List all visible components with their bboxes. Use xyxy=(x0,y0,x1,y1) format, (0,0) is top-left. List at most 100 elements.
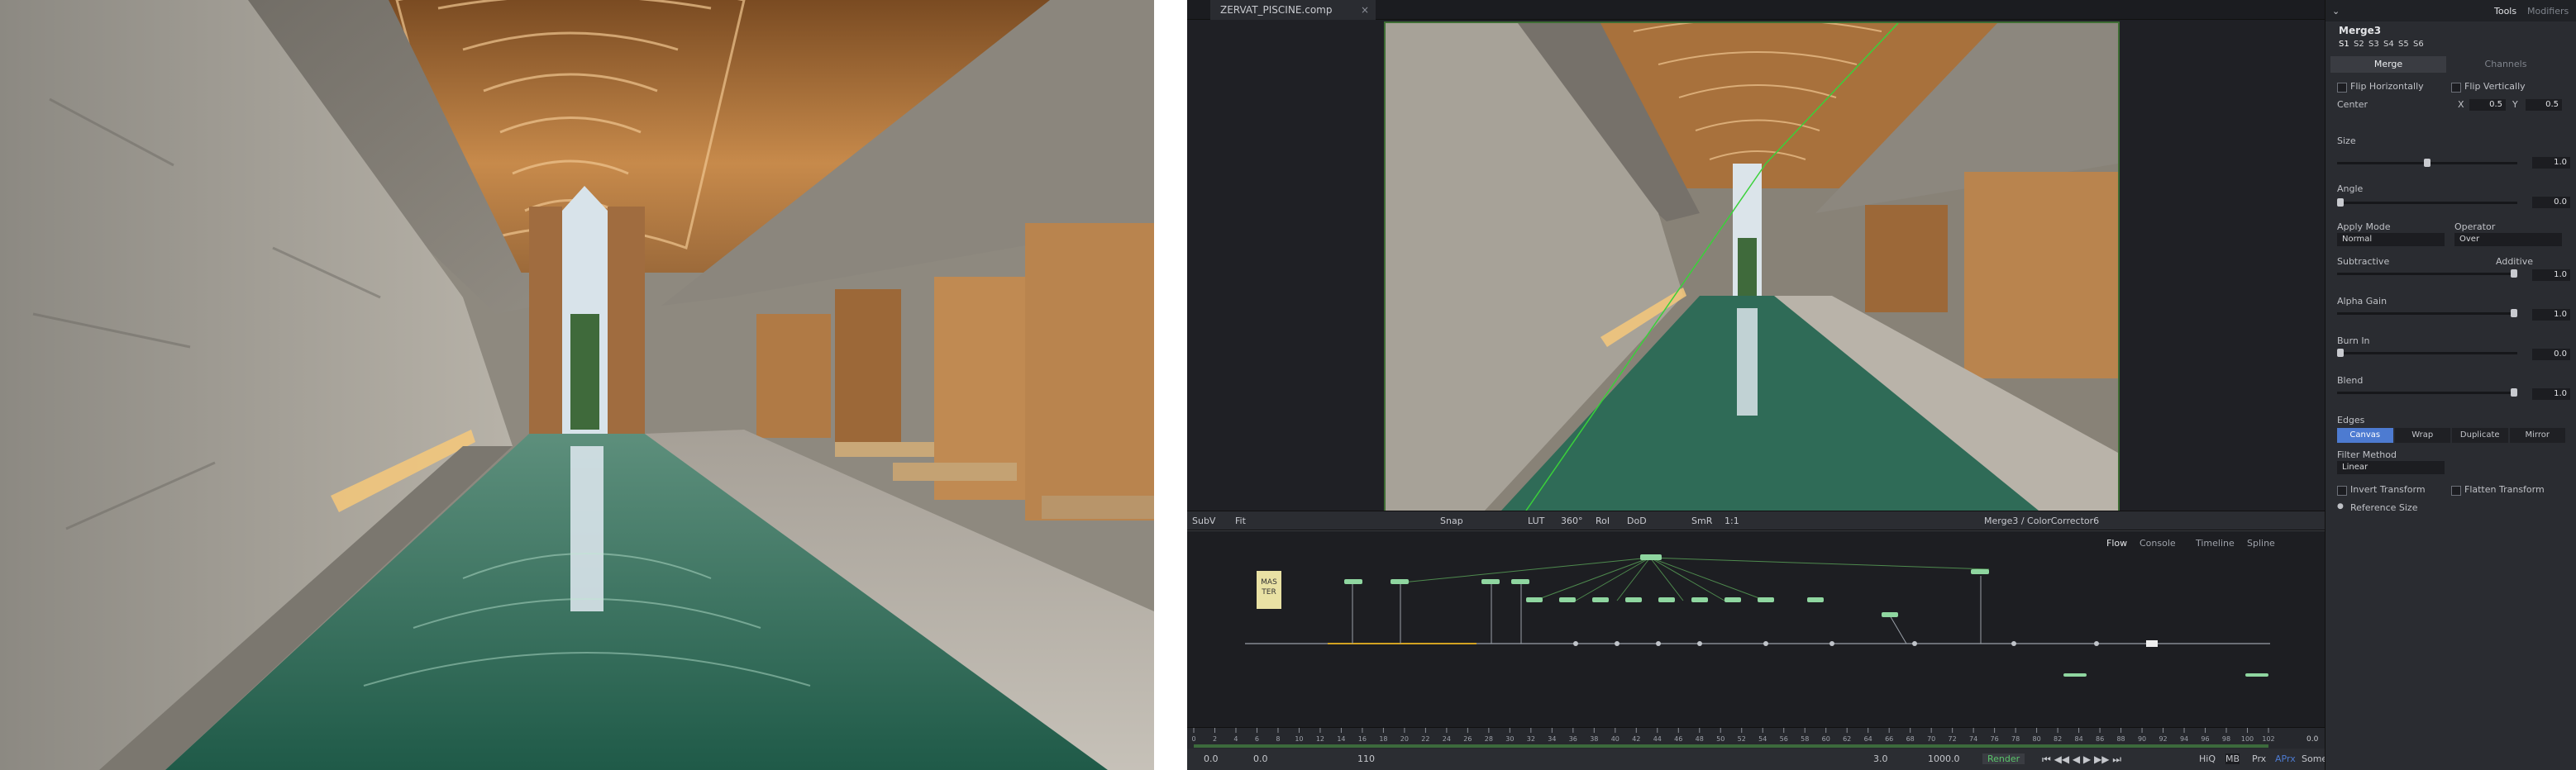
node-title[interactable]: Merge3 xyxy=(2339,25,2381,36)
flow-panel[interactable]: Flow Console Timeline Spline MAS TER xyxy=(1187,530,2325,727)
version-slot[interactable]: S5 xyxy=(2398,40,2409,49)
flatten-transform-checkbox[interactable] xyxy=(2451,486,2461,496)
blend-slider-track[interactable] xyxy=(2337,392,2517,394)
render-end[interactable]: 3.0 xyxy=(1873,753,1888,764)
some-button[interactable]: Some xyxy=(2302,753,2327,764)
burn-in-slider-track[interactable] xyxy=(2337,352,2517,354)
ruler-tick-label: 86 xyxy=(2096,735,2104,743)
node-cluster[interactable] xyxy=(1344,554,2268,677)
ratio-menu[interactable]: 1:1 xyxy=(1724,516,1739,526)
size-slider-knob[interactable] xyxy=(2424,159,2431,167)
additive-slider-track[interactable] xyxy=(2337,273,2517,275)
version-slot[interactable]: S2 xyxy=(2354,40,2364,49)
prx-button[interactable]: Prx xyxy=(2252,753,2266,764)
tab-flow[interactable]: Flow xyxy=(2106,538,2127,549)
center-x-input[interactable]: 0.5 xyxy=(2469,99,2506,111)
alpha-gain-slider-track[interactable] xyxy=(2337,312,2517,315)
global-end[interactable]: 1000.0 xyxy=(1928,753,1960,764)
aprx-button[interactable]: APrx xyxy=(2275,753,2296,764)
flip-horizontal-checkbox[interactable] xyxy=(2337,83,2347,93)
reference-size-label[interactable]: Reference Size xyxy=(2350,502,2417,513)
ruler-tick-label: 0 xyxy=(1191,735,1195,743)
burn-in-slider-knob[interactable] xyxy=(2337,349,2344,357)
roi-menu[interactable]: RoI xyxy=(1596,516,1610,526)
inspector-subtabs: Merge Channels xyxy=(2330,56,2572,73)
ruler-tick-label: 96 xyxy=(2201,735,2209,743)
selected-node[interactable] xyxy=(2146,640,2158,647)
filter-method-dropdown[interactable]: Linear xyxy=(2337,461,2445,474)
edges-option[interactable]: Mirror xyxy=(2509,428,2565,443)
apply-mode-dropdown[interactable]: Normal xyxy=(2337,233,2445,246)
playback-controls-icon[interactable]: ⏮ ◀◀ ◀ ▶ ▶▶ ⏭ xyxy=(2042,753,2121,766)
image-viewer[interactable] xyxy=(1187,20,2325,512)
time-ruler[interactable]: 0 2 4 6 8 10 12 14 16 18 20 22 24 26 28 30 32 34 36 38 40 42 4… xyxy=(1187,727,2325,749)
viewer-node-path: Merge3 / ColorCorrector6 xyxy=(1984,516,2100,526)
edges-label: Edges xyxy=(2337,415,2365,425)
flip-vertical-label: Flip Vertically xyxy=(2464,81,2526,92)
tab-modifiers[interactable]: Modifiers xyxy=(2527,6,2569,17)
alpha-gain-slider-knob[interactable] xyxy=(2511,309,2517,317)
chevron-down-icon[interactable]: ⌄ xyxy=(2332,6,2340,17)
tab-tools[interactable]: Tools xyxy=(2494,6,2516,17)
center-x-label: X xyxy=(2458,99,2464,110)
smr-button[interactable]: SmR xyxy=(1691,516,1712,526)
global-start[interactable]: 0.0 xyxy=(1204,753,1219,764)
angle-value[interactable]: 0.0 xyxy=(2532,197,2570,208)
mb-button[interactable]: MB xyxy=(2225,753,2240,764)
flip-row: Flip Horizontally Flip Vertically xyxy=(2334,79,2570,96)
flip-vertical-checkbox[interactable] xyxy=(2451,83,2461,93)
subtab-merge[interactable]: Merge xyxy=(2330,56,2446,73)
range-value[interactable]: 110 xyxy=(1357,753,1375,764)
lut-menu[interactable]: LUT xyxy=(1528,516,1544,526)
operator-dropdown[interactable]: Over xyxy=(2454,233,2562,246)
blend-value[interactable]: 1.0 xyxy=(2532,388,2570,400)
inspector-panel: ⌄ Tools Modifiers Merge3 S1 S2 S3 S4 S5 S6 Me… xyxy=(2325,0,2576,770)
burn-in-value[interactable]: 0.0 xyxy=(2532,349,2570,360)
render-button[interactable]: Render xyxy=(1982,753,2025,764)
ruler-tick-label: 100 xyxy=(2241,735,2254,743)
snap-menu[interactable]: Snap xyxy=(1440,516,1463,526)
rotation-menu[interactable]: 360° xyxy=(1561,516,1583,526)
version-slot[interactable]: S1 xyxy=(2339,40,2349,49)
version-slot[interactable]: S4 xyxy=(2383,40,2394,49)
fusion-compositor-window: ZERVAT_PISCINE.comp × SubV Fit Snap LUT … xyxy=(1187,0,2576,770)
render-start[interactable]: 0.0 xyxy=(1253,753,1268,764)
additive-slider-knob[interactable] xyxy=(2511,269,2517,278)
tab-spline[interactable]: Spline xyxy=(2247,538,2275,549)
render-range-bar[interactable] xyxy=(1194,744,2268,748)
invert-transform-checkbox[interactable] xyxy=(2337,486,2347,496)
edges-option[interactable]: Duplicate xyxy=(2452,428,2508,443)
tab-console[interactable]: Console xyxy=(2140,538,2176,549)
edges-option[interactable]: Canvas xyxy=(2337,428,2393,443)
edges-option[interactable]: Wrap xyxy=(2394,428,2450,443)
burn-in-label: Burn In xyxy=(2337,335,2370,346)
document-tab[interactable]: ZERVAT_PISCINE.comp × xyxy=(1210,0,1376,20)
angle-slider-track[interactable] xyxy=(2337,202,2517,204)
ruler-tick-label: 30 xyxy=(1505,735,1514,743)
alpha-gain-value[interactable]: 1.0 xyxy=(2532,309,2570,321)
ruler-tick-label: 76 xyxy=(1991,735,1999,743)
node-graph[interactable]: MAS TER xyxy=(1187,551,2325,728)
close-icon[interactable]: × xyxy=(1361,0,1369,20)
size-row: Size 1.0 xyxy=(2334,135,2570,169)
dod-menu[interactable]: DoD xyxy=(1627,516,1647,526)
master-note-line2: TER xyxy=(1261,588,1276,597)
fit-menu[interactable]: Fit xyxy=(1235,516,1246,526)
angle-label: Angle xyxy=(2337,183,2364,194)
hiq-button[interactable]: HiQ xyxy=(2199,753,2216,764)
subview-menu[interactable]: SubV xyxy=(1192,516,1215,526)
additive-value[interactable]: 1.0 xyxy=(2532,269,2570,281)
tab-timeline[interactable]: Timeline xyxy=(2196,538,2235,549)
blend-slider-knob[interactable] xyxy=(2511,388,2517,397)
ruler-tick-label: 2 xyxy=(1213,735,1217,743)
expand-arrow-icon[interactable]: ● xyxy=(2337,502,2344,511)
angle-slider-knob[interactable] xyxy=(2337,198,2344,207)
version-slot[interactable]: S6 xyxy=(2413,40,2424,49)
ruler-tick-label: 42 xyxy=(1632,735,1640,743)
apply-mode-row: Apply Mode Normal Operator Over xyxy=(2334,220,2570,253)
size-value[interactable]: 1.0 xyxy=(2532,157,2570,169)
filter-method-row: Filter Method Linear xyxy=(2334,448,2570,481)
subtab-channels[interactable]: Channels xyxy=(2448,56,2564,73)
version-slot[interactable]: S3 xyxy=(2368,40,2379,49)
center-y-input[interactable]: 0.5 xyxy=(2526,99,2562,111)
